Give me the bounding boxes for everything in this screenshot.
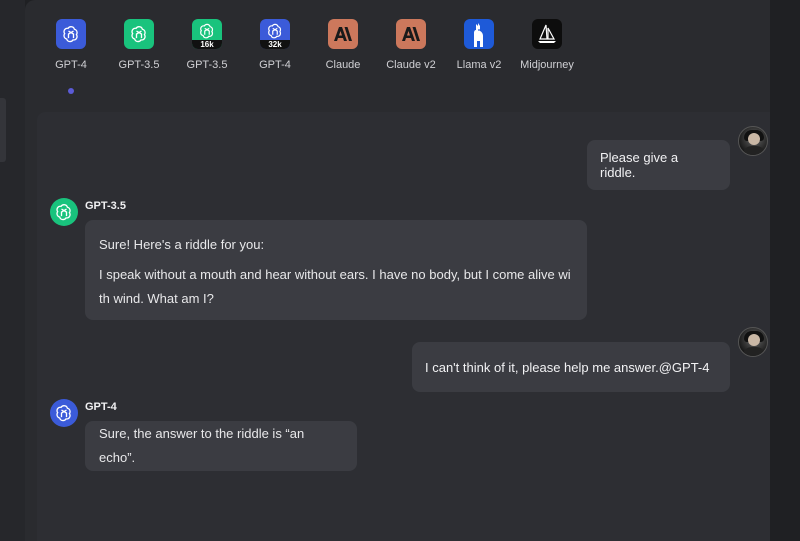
context-badge: 32k [260,40,290,49]
bot-name: GPT-3.5 [85,200,126,212]
message-text: I speak without a mouth and hear without… [99,267,571,282]
model-name: GPT-3.5 [186,59,228,71]
bot-name: GPT-4 [85,401,117,413]
message-text: Sure, the answer to the riddle is “an ec… [99,426,305,465]
bot-message: Sure! Here's a riddle for you: I speak w… [85,220,587,320]
user-message: I can't think of it, please help me answ… [412,342,730,392]
openai-icon: 16k [192,19,222,49]
user-avatar [738,126,768,156]
model-name: Claude [325,59,361,71]
selected-indicator [68,88,74,94]
model-midjourney[interactable]: Midjourney [513,10,581,90]
context-badge: 16k [192,40,222,49]
model-claude[interactable]: Claude [309,10,377,90]
model-gpt35-16k[interactable]: 16k GPT-3.5 [173,10,241,90]
openai-icon [50,399,78,427]
model-llama-v2[interactable]: Llama v2 [445,10,513,90]
model-claude-v2[interactable]: Claude v2 [377,10,445,90]
anthropic-icon [396,19,426,49]
llama-icon [464,19,494,49]
anthropic-icon [328,19,358,49]
model-name: Claude v2 [386,59,436,71]
message-text: th wind. What am I? [99,291,214,306]
model-selector-bar: GPT-4 GPT-3.5 16k GPT-3.5 32k GPT-4 Clau… [37,10,581,94]
model-gpt4[interactable]: GPT-4 [37,10,105,94]
message-text: Sure! Here's a riddle for you: [99,237,265,252]
user-avatar [738,327,768,357]
app-window: GPT-4 GPT-3.5 16k GPT-3.5 32k GPT-4 Clau… [25,0,795,541]
openai-icon [50,198,78,226]
model-name: GPT-4 [55,59,87,71]
user-message: Please give a riddle. [587,140,730,190]
message-text: Please give a riddle. [600,150,679,180]
left-sidebar-edge [0,0,25,541]
openai-icon [124,19,154,49]
bot-message: Sure, the answer to the riddle is “an ec… [85,421,357,471]
sailboat-icon [532,19,562,49]
model-name: GPT-4 [259,59,291,71]
window-edge [770,0,800,541]
model-gpt35[interactable]: GPT-3.5 [105,10,173,90]
model-gpt4-32k[interactable]: 32k GPT-4 [241,10,309,90]
openai-icon [56,19,86,49]
model-name: Midjourney [520,59,574,71]
message-text: I can't think of it, please help me answ… [425,359,710,375]
model-name: GPT-3.5 [118,59,160,71]
model-name: Llama v2 [456,59,502,71]
sidebar-tab[interactable] [0,98,6,162]
chat-panel: Please give a riddle. GPT-3.5 Sure! Here… [37,112,779,541]
openai-icon: 32k [260,19,290,49]
